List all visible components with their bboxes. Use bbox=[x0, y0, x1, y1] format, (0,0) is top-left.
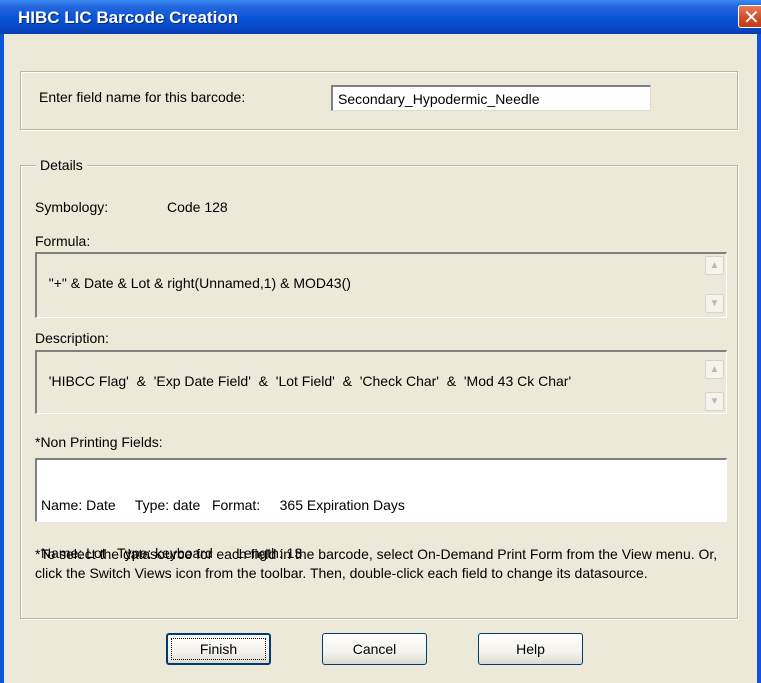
description-label: Description: bbox=[35, 330, 109, 346]
close-button[interactable]: ✕ bbox=[738, 5, 761, 29]
non-printing-textarea[interactable]: Name: Date Type: date Format: 365 Expira… bbox=[35, 458, 727, 561]
close-icon: ✕ bbox=[743, 7, 760, 29]
description-scroll-down-button[interactable]: ▼ bbox=[705, 392, 724, 411]
description-text: 'HIBCC Flag' & 'Exp Date Field' & 'Lot F… bbox=[48, 373, 572, 389]
non-printing-line: Name: Date Type: date Format: 365 Expira… bbox=[41, 497, 405, 513]
window-frame-left bbox=[0, 34, 4, 683]
formula-scroll-up-button[interactable]: ▲ bbox=[705, 256, 724, 275]
cancel-button-label: Cancel bbox=[352, 641, 397, 657]
datasource-note: *To select the datasource for each field… bbox=[35, 546, 718, 581]
window-frame-right bbox=[757, 34, 761, 683]
help-button[interactable]: Help bbox=[478, 633, 583, 665]
non-printing-label: *Non Printing Fields: bbox=[35, 434, 163, 450]
help-button-label: Help bbox=[516, 641, 545, 657]
details-legend: Details bbox=[36, 157, 87, 173]
formula-textarea: "+" & Date & Lot & right(Unnamed,1) & MO… bbox=[35, 252, 727, 318]
formula-scroll-down-button[interactable]: ▼ bbox=[705, 294, 724, 313]
field-name-label: Enter field name for this barcode: bbox=[39, 89, 246, 105]
formula-text: "+" & Date & Lot & right(Unnamed,1) & MO… bbox=[48, 275, 351, 291]
field-name-input[interactable]: Secondary_Hypodermic_Needle bbox=[331, 85, 651, 111]
formula-label: Formula: bbox=[35, 233, 91, 249]
cancel-button[interactable]: Cancel bbox=[322, 633, 427, 665]
focus-rect bbox=[171, 638, 266, 660]
finish-button[interactable]: Finish bbox=[166, 633, 271, 665]
symbology-label: Symbology: bbox=[35, 199, 109, 215]
description-scroll-up-button[interactable]: ▲ bbox=[705, 360, 724, 379]
symbology-value: Code 128 bbox=[167, 199, 228, 215]
description-textarea: 'HIBCC Flag' & 'Exp Date Field' & 'Lot F… bbox=[35, 350, 727, 414]
title-bar: HIBC LIC Barcode Creation ✕ bbox=[0, 0, 761, 34]
window-title: HIBC LIC Barcode Creation bbox=[18, 8, 239, 27]
